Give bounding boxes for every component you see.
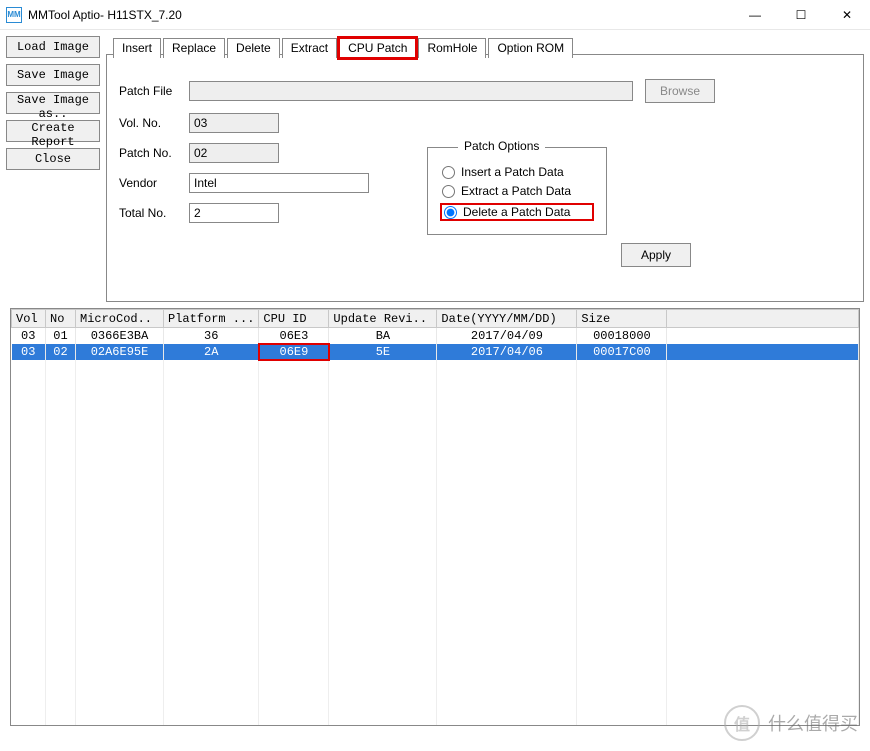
tab-option-rom[interactable]: Option ROM <box>488 38 573 58</box>
close-button[interactable]: Close <box>6 148 100 170</box>
table-row <box>12 616 859 632</box>
browse-button[interactable]: Browse <box>645 79 715 103</box>
vol-no-input[interactable] <box>189 113 279 133</box>
table-row <box>12 376 859 392</box>
save-image-button[interactable]: Save Image <box>6 64 100 86</box>
total-no-input[interactable] <box>189 203 279 223</box>
watermark: 值 什么值得买 <box>724 705 858 741</box>
apply-button[interactable]: Apply <box>621 243 691 267</box>
patch-no-label: Patch No. <box>119 146 189 160</box>
patch-options-group: Patch Options Insert a Patch Data Extrac… <box>427 147 607 235</box>
patch-table[interactable]: Vol No MicroCod.. Platform ... CPU ID Up… <box>11 309 859 726</box>
titlebar: MM MMTool Aptio- H11STX_7.20 — ☐ ✕ <box>0 0 870 30</box>
table-row <box>12 424 859 440</box>
watermark-icon: 值 <box>724 705 760 741</box>
table-row <box>12 392 859 408</box>
col-spacer <box>667 310 859 328</box>
table-row[interactable]: 030202A6E95E2A06E95E2017/04/0600017C00 <box>12 344 859 360</box>
side-button-panel: Load Image Save Image Save Image as.. Cr… <box>6 36 106 302</box>
table-row <box>12 520 859 536</box>
patch-file-input[interactable] <box>189 81 633 101</box>
radio-delete-patch[interactable]: Delete a Patch Data <box>440 203 594 221</box>
vol-no-label: Vol. No. <box>119 116 189 130</box>
table-row <box>12 536 859 552</box>
maximize-button[interactable]: ☐ <box>778 0 824 30</box>
col-microcode[interactable]: MicroCod.. <box>76 310 164 328</box>
tab-romhole[interactable]: RomHole <box>418 38 486 58</box>
col-update[interactable]: Update Revi.. <box>329 310 437 328</box>
col-cpuid[interactable]: CPU ID <box>259 310 329 328</box>
tab-panel: Insert Replace Delete Extract CPU Patch … <box>106 54 864 302</box>
patch-no-input[interactable] <box>189 143 279 163</box>
tab-insert[interactable]: Insert <box>113 38 161 58</box>
table-row <box>12 568 859 584</box>
radio-insert-input[interactable] <box>442 166 455 179</box>
patch-file-label: Patch File <box>119 84 189 98</box>
total-no-label: Total No. <box>119 206 189 220</box>
app-icon: MM <box>6 7 22 23</box>
table-row <box>12 648 859 664</box>
tab-strip: Insert Replace Delete Extract CPU Patch … <box>113 37 575 57</box>
col-size[interactable]: Size <box>577 310 667 328</box>
table-row <box>12 600 859 616</box>
table-row <box>12 456 859 472</box>
radio-extract-label: Extract a Patch Data <box>461 184 571 198</box>
tab-extract[interactable]: Extract <box>282 38 337 58</box>
table-row <box>12 632 859 648</box>
col-platform[interactable]: Platform ... <box>164 310 259 328</box>
radio-delete-input[interactable] <box>444 206 457 219</box>
table-row <box>12 504 859 520</box>
table-row <box>12 664 859 680</box>
table-row <box>12 472 859 488</box>
vendor-label: Vendor <box>119 176 189 190</box>
table-row <box>12 488 859 504</box>
patch-options-legend: Patch Options <box>458 139 545 153</box>
save-image-as-button[interactable]: Save Image as.. <box>6 92 100 114</box>
tab-delete[interactable]: Delete <box>227 38 280 58</box>
radio-insert-label: Insert a Patch Data <box>461 165 564 179</box>
col-no[interactable]: No <box>46 310 76 328</box>
table-row <box>12 584 859 600</box>
table-row <box>12 408 859 424</box>
col-date[interactable]: Date(YYYY/MM/DD) <box>437 310 577 328</box>
radio-extract-input[interactable] <box>442 185 455 198</box>
tab-replace[interactable]: Replace <box>163 38 225 58</box>
radio-extract-patch[interactable]: Extract a Patch Data <box>442 184 592 198</box>
patch-table-container: Vol No MicroCod.. Platform ... CPU ID Up… <box>10 308 860 726</box>
window-title: MMTool Aptio- H11STX_7.20 <box>28 8 732 22</box>
table-row <box>12 680 859 696</box>
radio-delete-label: Delete a Patch Data <box>463 205 570 219</box>
tab-cpu-patch[interactable]: CPU Patch <box>339 38 416 58</box>
col-vol[interactable]: Vol <box>12 310 46 328</box>
window-controls: — ☐ ✕ <box>732 0 870 30</box>
table-row <box>12 552 859 568</box>
close-window-button[interactable]: ✕ <box>824 0 870 30</box>
table-row <box>12 360 859 376</box>
table-row[interactable]: 03010366E3BA3606E3BA2017/04/0900018000 <box>12 328 859 344</box>
watermark-text: 什么值得买 <box>768 710 858 736</box>
table-row <box>12 440 859 456</box>
create-report-button[interactable]: Create Report <box>6 120 100 142</box>
radio-insert-patch[interactable]: Insert a Patch Data <box>442 165 592 179</box>
load-image-button[interactable]: Load Image <box>6 36 100 58</box>
vendor-input[interactable] <box>189 173 369 193</box>
minimize-button[interactable]: — <box>732 0 778 30</box>
